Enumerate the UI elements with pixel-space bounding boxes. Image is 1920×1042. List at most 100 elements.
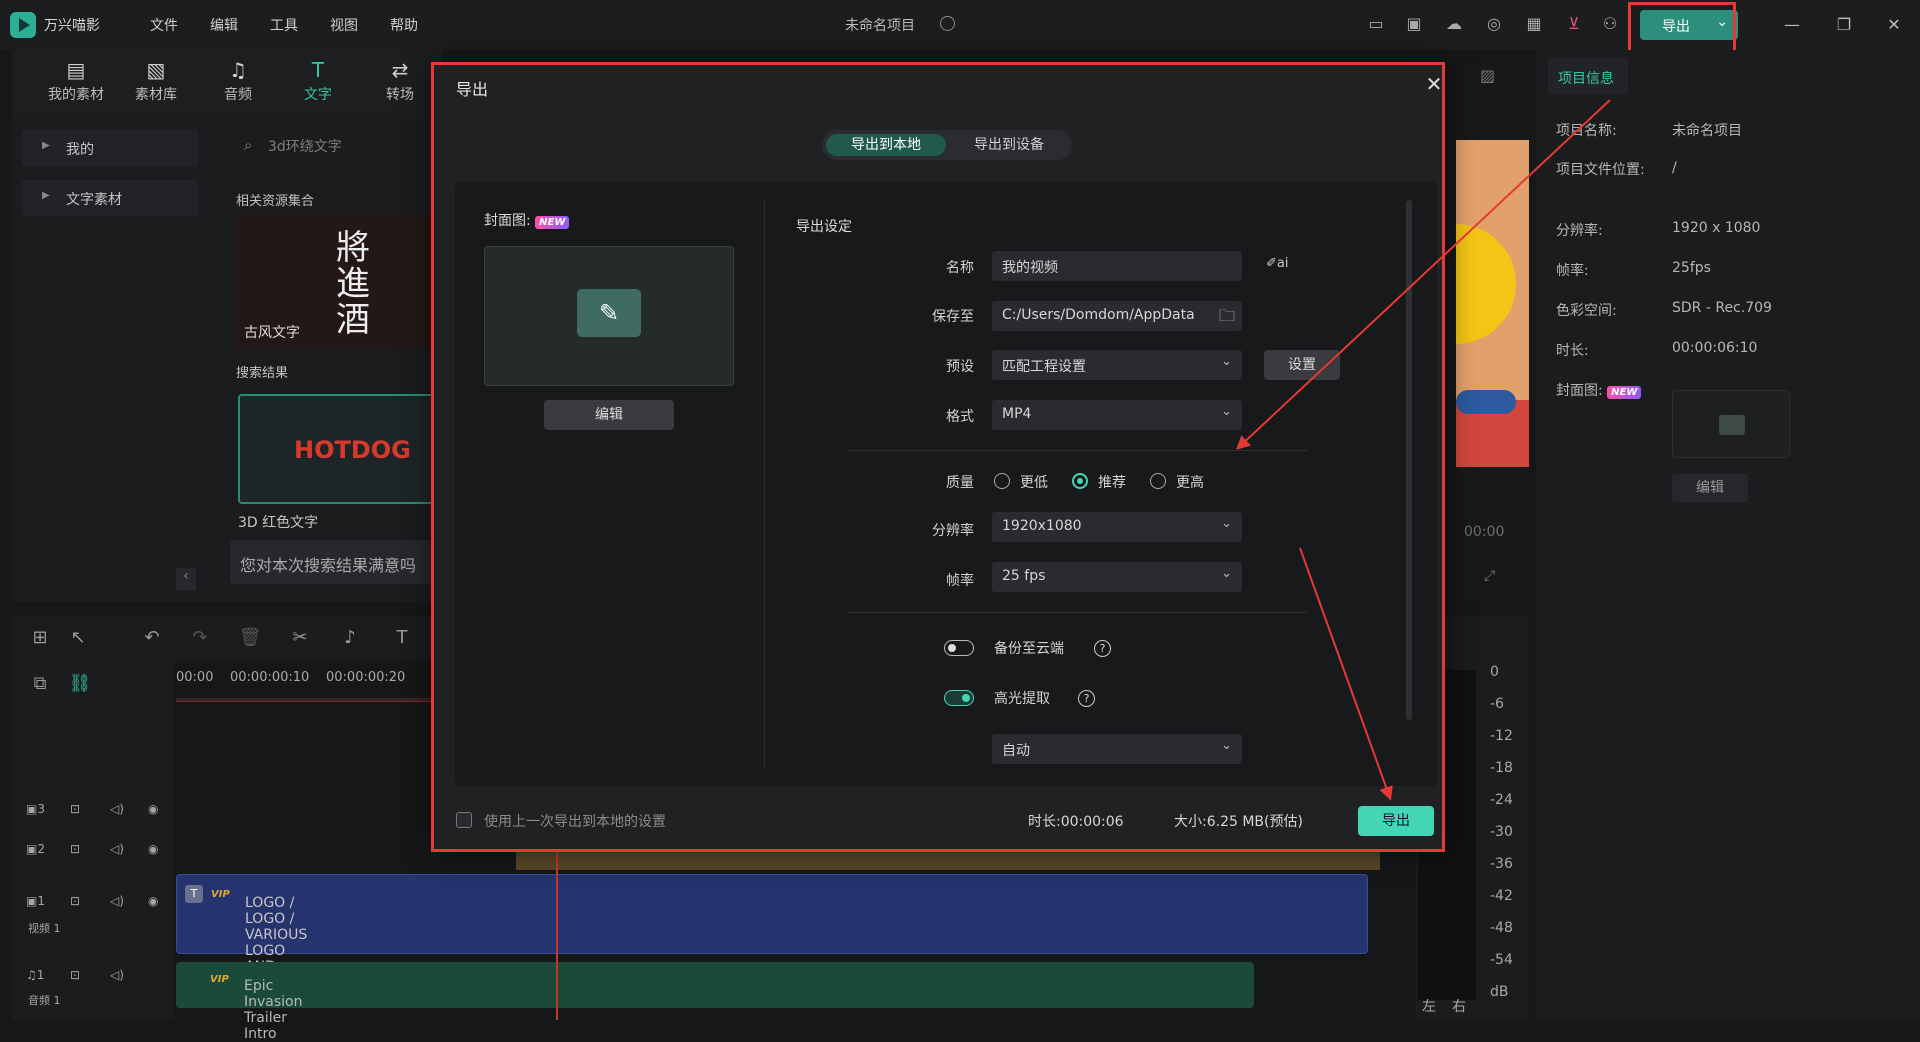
folder-image-icon: ▤ (66, 58, 86, 82)
info-cover-thumb[interactable] (1672, 390, 1790, 458)
tab-my-media[interactable]: ▤ 我的素材 (36, 58, 116, 104)
info-value: SDR - Rec.709 (1672, 300, 1772, 316)
new-badge: NEW (1607, 386, 1642, 399)
lock-icon[interactable]: ⊡ (70, 968, 80, 982)
meter-scale: -48 (1490, 920, 1513, 936)
speaker-icon[interactable]: ◁) (110, 802, 124, 816)
track-3-head: ▣3 (26, 802, 45, 816)
meter-scale: -6 (1490, 696, 1504, 712)
info-key: 色彩空间: (1556, 303, 1617, 319)
edit-pen-icon (1719, 415, 1745, 435)
meter-scale: -30 (1490, 824, 1513, 840)
media-search-input[interactable]: 3d环绕文字 (268, 136, 438, 156)
link-icon[interactable]: ⛓ (68, 672, 92, 696)
cover-label-text: 封面图: (1556, 383, 1603, 399)
text-t-icon: T (311, 58, 325, 82)
tab-library[interactable]: ▧ 素材库 (116, 58, 196, 104)
ruler-marks (176, 698, 436, 702)
meter-channel-left: 左 (1422, 999, 1436, 1015)
close-window-icon[interactable]: ✕ (1882, 13, 1906, 37)
track-num: 1 (36, 968, 45, 982)
apps-grid-icon[interactable]: ▦ (1524, 14, 1544, 34)
side-item-mine[interactable]: ▶ 我的 (22, 130, 198, 166)
redo-icon[interactable]: ↷ (188, 626, 212, 650)
add-track-icon[interactable]: ⧉ (28, 672, 52, 696)
asset-label: 古风文字 (244, 325, 300, 341)
clip-title: Epic Invasion Trailer Intro VIP (210, 974, 303, 1042)
collapse-panel-icon[interactable]: ‹ (176, 568, 196, 590)
lock-icon[interactable]: ⊡ (70, 842, 80, 856)
tab-project-info[interactable]: 项目信息 (1548, 58, 1628, 94)
cloud-upload-icon[interactable]: ☁ (1444, 14, 1464, 34)
cut-icon[interactable]: ✂ (288, 626, 312, 650)
preview-time: 00:00 (1464, 524, 1505, 540)
select-tool-icon[interactable]: ↖ (66, 626, 90, 650)
eye-icon[interactable]: ◉ (148, 894, 158, 908)
search-feedback[interactable]: 您对本次搜索结果满意吗 (230, 540, 440, 584)
side-item-label: 我的 (66, 142, 94, 158)
audio-clip[interactable]: Epic Invasion Trailer Intro VIP (176, 962, 1254, 1042)
info-key: 时长: (1556, 343, 1589, 359)
restore-icon[interactable]: ❐ (1832, 13, 1856, 37)
tab-text[interactable]: T 文字 (278, 58, 358, 104)
menu-tools[interactable]: 工具 (270, 15, 298, 35)
layout-icon[interactable]: ▭ (1366, 14, 1386, 34)
eye-icon[interactable]: ◉ (148, 802, 158, 816)
tab-transition[interactable]: ⇄ 转场 (360, 58, 440, 104)
info-cover-edit-button[interactable]: 编辑 (1672, 474, 1748, 502)
menu-help[interactable]: 帮助 (390, 15, 418, 35)
minimize-icon[interactable]: — (1780, 13, 1804, 37)
meter-scale: -18 (1490, 760, 1513, 776)
info-key: 项目文件位置: (1556, 162, 1645, 178)
menu-file[interactable]: 文件 (150, 15, 178, 35)
track-label: 音频 1 (28, 994, 61, 1007)
blue-shape (1456, 390, 1516, 414)
asset-thumb-hotdog[interactable]: HOTDOG (238, 394, 438, 504)
speaker-icon[interactable]: ◁) (110, 842, 124, 856)
preview-image (1456, 140, 1529, 467)
tab-audio[interactable]: ♫ 音频 (198, 58, 278, 104)
clip-orange[interactable] (516, 850, 1380, 870)
asset-art-text: 將進酒 (336, 228, 370, 340)
user-icon[interactable]: ⚇ (1600, 14, 1620, 34)
info-key: 帧率: (1556, 263, 1589, 279)
search-icon: ⌕ (244, 136, 253, 154)
tab-label: 素材库 (135, 87, 177, 103)
snapshot-icon[interactable]: ▨ (1480, 66, 1495, 85)
info-value: / (1672, 160, 1677, 176)
eye-icon[interactable]: ◉ (148, 842, 158, 856)
ruler-tick: 00:00:00:10 (230, 670, 310, 685)
layout-grid-icon[interactable]: ⊞ (28, 626, 52, 650)
side-item-text-assets[interactable]: ▶ 文字素材 (22, 180, 198, 216)
audio-edit-icon[interactable]: ♪ (338, 626, 362, 650)
lock-icon[interactable]: ⊡ (70, 894, 80, 908)
video-clip[interactable]: T LOGO / LOGO / VARIOUS LOGO AND TEXT OP… (176, 874, 1368, 1007)
headset-icon[interactable]: ◎ (1484, 14, 1504, 34)
meter-scale: -42 (1490, 888, 1513, 904)
menu-view[interactable]: 视图 (330, 15, 358, 35)
meter-scale: -36 (1490, 856, 1513, 872)
cloud-library-icon: ▧ (146, 58, 166, 82)
meter-channel-right: 右 (1452, 999, 1466, 1015)
ruler-tick: 00:00:00:20 (326, 670, 406, 685)
track-num: 1 (37, 894, 45, 908)
info-value: 00:00:06:10 (1672, 340, 1758, 356)
app-name: 万兴喵影 (44, 18, 100, 34)
undo-icon[interactable]: ↶ (140, 626, 164, 650)
speaker-icon[interactable]: ◁) (110, 968, 124, 982)
track-label: 视频 1 (28, 922, 61, 935)
save-icon[interactable]: ▣ (1404, 14, 1424, 34)
info-cover-label: 封面图: NEW (1556, 380, 1642, 400)
text-tool-icon[interactable]: T (390, 626, 414, 650)
fullscreen-icon[interactable]: ⤢ (1484, 568, 1495, 584)
caret-right-icon: ▶ (42, 190, 50, 201)
menu-edit[interactable]: 编辑 (210, 15, 238, 35)
speaker-icon[interactable]: ◁) (110, 894, 124, 908)
track-num: 2 (37, 842, 45, 856)
asset-label: 3D 红色文字 (238, 515, 319, 531)
delete-icon[interactable]: 🗑 (238, 626, 262, 650)
save-status-icon (940, 16, 955, 31)
asset-thumb-ancient[interactable]: 將進酒 古风文字 (236, 216, 436, 349)
lock-icon[interactable]: ⊡ (70, 802, 80, 816)
cart-icon[interactable]: ⊻ (1564, 14, 1584, 34)
